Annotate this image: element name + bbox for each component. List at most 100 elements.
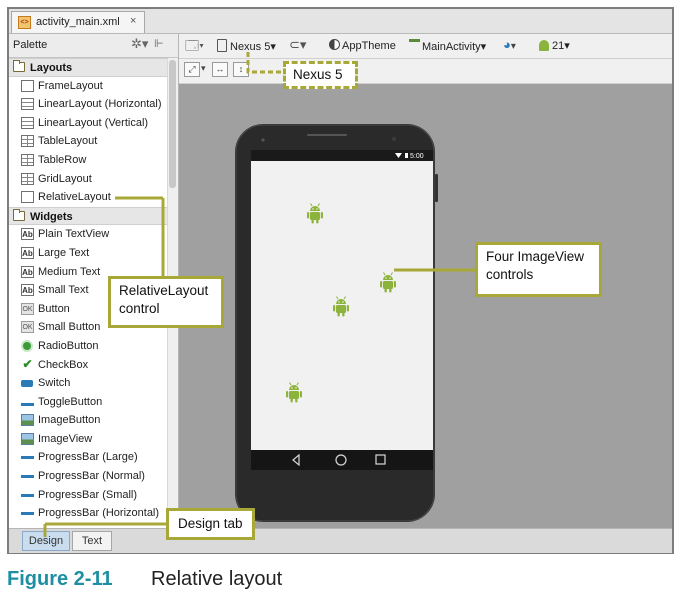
file-tab[interactable]: <> activity_main.xml ×	[11, 11, 145, 33]
orientation-icon[interactable]: ⊂▾	[289, 37, 306, 53]
gear-icon[interactable]: ✲▾	[131, 36, 148, 52]
bottom-tab-bar: Design Text	[9, 528, 672, 553]
figure-caption: Figure 2-11 Relative layout	[7, 568, 282, 591]
palette-item-label: ProgressBar (Large)	[38, 451, 138, 464]
palette-item[interactable]: FrameLayout	[9, 77, 167, 96]
palette-item[interactable]: ✔ CheckBox	[9, 356, 167, 375]
activity-selector-label: MainActivity▾	[422, 41, 487, 53]
scrollbar-thumb[interactable]	[169, 60, 176, 188]
pin-icon[interactable]: ⊩	[154, 37, 164, 50]
callout-design-tab: Design tab	[166, 508, 255, 540]
palette-item[interactable]: ProgressBar (Normal)	[9, 467, 167, 486]
phone-preview: 5:00	[235, 124, 438, 522]
palette-title: Palette	[13, 39, 48, 51]
palette-item-label: GridLayout	[38, 172, 92, 185]
palette-item-label: Switch	[38, 377, 71, 390]
design-canvas[interactable]: 5:00	[179, 84, 672, 528]
activity-icon	[409, 39, 420, 49]
palette-item[interactable]: TableRow	[9, 151, 167, 170]
nav-bar	[251, 450, 433, 470]
grid-layout-icon	[21, 172, 34, 185]
android-icon	[539, 40, 549, 51]
figure-number: Figure 2-11	[7, 568, 113, 590]
activity-selector[interactable]: MainActivity▾	[409, 39, 486, 53]
ab-text-icon: Ab	[21, 265, 34, 278]
palette-item[interactable]: GridLayout	[9, 170, 167, 189]
palette-item[interactable]: ImageView	[9, 430, 167, 449]
palette-item[interactable]: ProgressBar (Horizontal)	[9, 504, 167, 523]
palette-item[interactable]: ProgressBar (Large)	[9, 448, 167, 467]
palette-item-label: TableLayout	[38, 135, 98, 148]
palette-item[interactable]: Ab Large Text	[9, 244, 167, 263]
palette-item-label: LinearLayout (Horizontal)	[38, 98, 162, 111]
palette-item-label: ProgressBar (Normal)	[38, 470, 145, 483]
palette-item-label: Large Text	[38, 246, 90, 259]
device-selector-label: Nexus 5▾	[230, 41, 276, 53]
palette-item-label: LinearLayout (Vertical)	[38, 116, 149, 129]
linear-horizontal-icon	[21, 98, 34, 111]
folder-icon	[13, 208, 25, 221]
palette-item-label: Button	[38, 302, 70, 315]
button-icon: OK	[21, 302, 34, 315]
palette-item[interactable]: Ab Plain TextView	[9, 225, 167, 244]
palette-item[interactable]: TableLayout	[9, 132, 167, 151]
status-time: 5:00	[410, 153, 424, 160]
callout-relativelayout-control: RelativeLayout control	[108, 276, 224, 328]
palette-item-label: Medium Text	[38, 265, 101, 278]
device-selector[interactable]: Nexus 5▾	[217, 39, 276, 53]
palette-item[interactable]: ImageButton	[9, 411, 167, 430]
progress-bar-icon	[21, 512, 34, 516]
folder-icon	[13, 60, 25, 72]
frame-layout-icon	[21, 79, 34, 92]
toggle-button-icon	[21, 398, 34, 406]
palette-item-label: RelativeLayout	[38, 191, 111, 204]
palette-section-label: Layouts	[30, 62, 73, 74]
palette-section-layouts[interactable]: Layouts	[9, 58, 167, 77]
palette-item-label: Small Button	[38, 321, 101, 334]
table-layout-icon	[21, 135, 34, 148]
expand-horizontal-icon[interactable]: ↔	[212, 62, 228, 77]
table-row-icon	[21, 153, 34, 166]
palette-item[interactable]: Switch	[9, 374, 167, 393]
close-icon[interactable]: ×	[130, 15, 136, 27]
expand-vertical-icon[interactable]: ↕	[233, 62, 249, 77]
checkbox-icon: ✔	[22, 356, 33, 371]
ab-text-icon: Ab	[21, 228, 34, 241]
callout-four-imageview-controls: Four ImageView controls	[475, 242, 602, 297]
xml-file-icon: <>	[18, 16, 31, 29]
api-selector-label: 21▾	[552, 40, 570, 52]
api-selector[interactable]: 21▾	[539, 39, 570, 52]
palette-item-label: RadioButton	[38, 339, 99, 352]
palette-item[interactable]: RelativeLayout	[9, 188, 167, 207]
device-screen-icon[interactable]: 🗔▾	[185, 37, 204, 59]
palette-item-label: ToggleButton	[38, 395, 103, 408]
phone-icon	[217, 39, 227, 52]
palette-item-label: FrameLayout	[38, 79, 103, 92]
palette-item[interactable]: ToggleButton	[9, 393, 167, 412]
palette-section-widgets[interactable]: Widgets	[9, 206, 167, 226]
small-button-icon: OK	[21, 321, 34, 334]
tab-text[interactable]: Text	[72, 531, 112, 551]
locale-globe-icon[interactable]: ◕▾	[503, 37, 516, 52]
palette-item-label: ImageView	[38, 432, 93, 445]
zoom-fit-icon[interactable]: ⤢	[184, 62, 200, 77]
ab-text-icon: Ab	[21, 246, 34, 259]
palette-item-label: ImageButton	[38, 414, 101, 427]
theme-icon	[329, 39, 340, 50]
ab-text-icon: Ab	[21, 284, 34, 297]
palette-item[interactable]: RadioButton	[9, 337, 167, 356]
progress-bar-icon	[21, 475, 34, 479]
theme-selector-label: AppTheme	[342, 40, 396, 52]
battery-icon	[405, 153, 408, 158]
editor-tab-bar: <> activity_main.xml ×	[9, 9, 672, 34]
tab-design[interactable]: Design	[22, 531, 70, 551]
palette-item[interactable]: ProgressBar (Small)	[9, 486, 167, 505]
palette-item[interactable]: LinearLayout (Vertical)	[9, 114, 167, 133]
theme-selector[interactable]: AppTheme	[329, 39, 396, 52]
progress-bar-icon	[21, 493, 34, 497]
palette-item[interactable]: LinearLayout (Horizontal)	[9, 95, 167, 114]
switch-icon	[21, 380, 33, 388]
image-view-icon	[21, 432, 34, 445]
linear-vertical-icon	[21, 116, 34, 129]
zoom-dropdown-icon[interactable]: ▾	[201, 63, 206, 74]
